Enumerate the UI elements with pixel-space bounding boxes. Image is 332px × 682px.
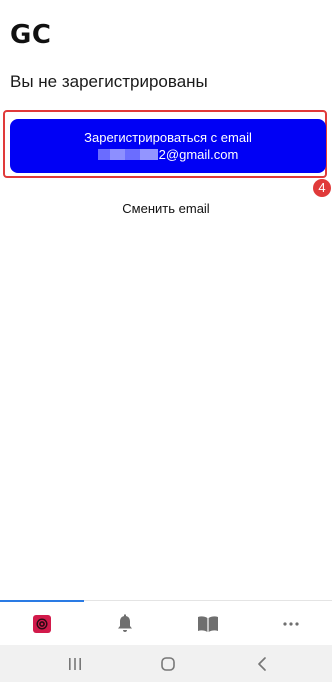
redacted-email-part [97, 149, 158, 160]
more-dots-icon [282, 621, 299, 626]
system-navigation-bar [0, 645, 332, 682]
annotation-badge: 4 [313, 179, 331, 197]
register-with-email-button[interactable]: Зарегистрироваться с email 2@gmail.com [10, 119, 326, 173]
bell-icon [117, 614, 132, 632]
nav-item-more[interactable] [249, 601, 332, 646]
recent-apps-button[interactable] [45, 645, 105, 682]
registration-status-text: Вы не зарегистрированы [10, 72, 208, 91]
register-button-email: 2@gmail.com [10, 146, 326, 163]
screen: GC Вы не зарегистрированы Зарегистрирова… [0, 0, 332, 682]
nav-item-notifications[interactable] [83, 601, 166, 646]
app-logo-icon [32, 614, 51, 633]
nav-item-home[interactable] [0, 601, 83, 646]
register-button-label: Зарегистрироваться с email [84, 130, 252, 145]
page-title: GC [10, 20, 52, 50]
back-button[interactable] [232, 645, 292, 682]
email-visible-suffix: 2@gmail.com [158, 147, 239, 162]
back-icon [258, 656, 266, 671]
bottom-navigation-bar [0, 600, 332, 646]
change-email-button[interactable]: Сменить email [0, 201, 332, 216]
home-icon [161, 656, 175, 671]
home-button[interactable] [138, 645, 198, 682]
book-icon [197, 615, 218, 632]
recent-apps-icon [69, 657, 81, 670]
nav-item-library[interactable] [166, 601, 249, 646]
